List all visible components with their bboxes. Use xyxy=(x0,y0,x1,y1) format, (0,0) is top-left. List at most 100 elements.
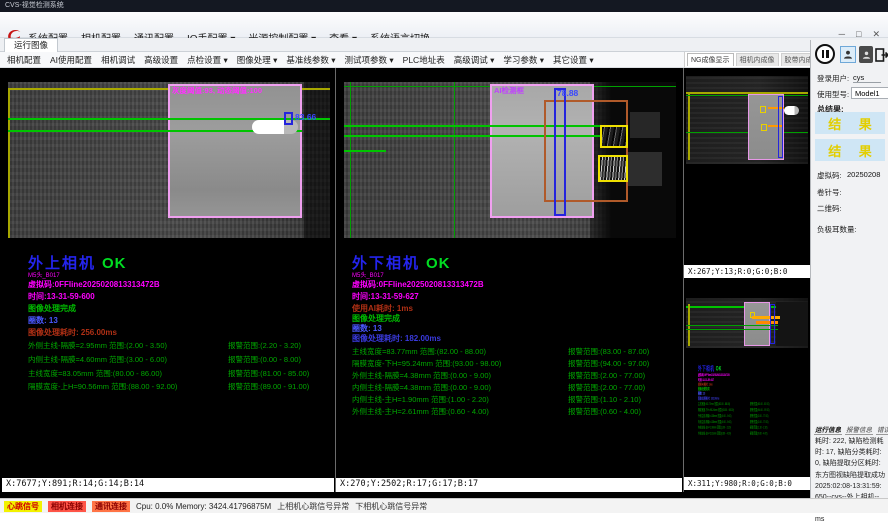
view-separator xyxy=(335,68,336,492)
virtual-code-value: 20250208 xyxy=(847,170,880,179)
sv1-olive-line xyxy=(686,92,808,94)
sv1-green-line-2 xyxy=(686,132,808,133)
result-box-2: 结 果 xyxy=(815,139,885,161)
model-value-field[interactable]: Model1 xyxy=(851,87,888,99)
measurement-row: 外侧主线-隔膜=4.38mm 范围:(0.00 - 9.00) 报警范围:(2.… xyxy=(352,370,491,381)
measurement-row: 主线宽度=83.05mm 范围:(80.00 - 86.00) 报警范围:(81… xyxy=(28,368,162,379)
exit-door-icon xyxy=(875,48,888,62)
alarm-range: 报警范围:(2.20 - 3.20) xyxy=(228,340,301,351)
mid-green-vline-2 xyxy=(454,82,455,238)
mid-camera-canvas[interactable]: AI检测框 78.88 xyxy=(344,82,676,238)
login-user-value[interactable]: cys xyxy=(853,73,881,83)
sv2-ok-status: OK xyxy=(716,365,722,372)
left-result-sub: M5头_B017 xyxy=(28,270,60,279)
measurement-value: 主线宽度=83.05mm 范围:(80.00 - 86.00) xyxy=(28,369,162,378)
mid-ai-roi-label: AI检测框 xyxy=(494,85,524,96)
user-manage-button[interactable] xyxy=(859,46,873,63)
measurement-value: 主线宽度=83.77mm 范围:(82.00 - 88.00) xyxy=(352,347,486,356)
tool-plc-address[interactable]: PLC地址表 xyxy=(403,54,445,66)
measurement-value: 隔膜宽度-上H=90.56mm 范围:(88.00 - 92.00) xyxy=(28,382,177,391)
mid-green-segment xyxy=(344,150,386,152)
alarm-range: 报警范围:(2.00 - 77.00) xyxy=(568,382,645,393)
tab-run-info[interactable]: 运行信息 xyxy=(814,424,842,435)
tool-image-processing[interactable]: 图像处理 ▾ xyxy=(237,54,278,66)
measurement-value: 内侧主线-隔膜=4.38mm 范围:(0.00 - 9.00) xyxy=(352,383,491,392)
sv2-elapsed: 图像处理耗时: 182.00ms xyxy=(698,396,801,401)
needle-no-label: 卷针号: xyxy=(817,187,842,198)
heartbeat-badge: 心跳信号 xyxy=(4,501,42,512)
mid-tab-box-1 xyxy=(600,125,628,148)
measurement-value: 外侧主线-主H=2.61mm 范围:(0.60 - 4.00) xyxy=(352,407,489,416)
upper-camera-heartbeat-status: 上相机心跳信号异常 xyxy=(277,501,349,512)
side-panel: 登录用户: cys 使用型号: Model1 总结果: 结 果 结 果 虚拟码:… xyxy=(810,40,888,498)
measurement-row: 内侧主线-隔膜=4.60mm 范围:(3.00 - 6.00) 报警范围:(0.… xyxy=(28,354,167,365)
alarm-range: 报警范围:(81.00 - 85.00) xyxy=(228,368,309,379)
mid-green-vline-1 xyxy=(350,82,351,238)
login-user-label: 登录用户: xyxy=(817,73,849,84)
left-turn-count: 圈数: 13 xyxy=(28,315,58,326)
mid-blue-roi xyxy=(554,88,566,216)
camera-connect-badge: 相机连接 xyxy=(48,501,86,512)
measurement-value: 内侧主线-主H=1.90mm 范围:(1.00 - 2.20) xyxy=(352,395,489,404)
status-bar: 心跳信号 相机连接 通讯连接 Cpu: 0.0% Memory: 3424.41… xyxy=(0,498,888,513)
tool-baseline-params[interactable]: 基准线参数 ▾ xyxy=(286,54,335,66)
mid-result-sub: M5头_B017 xyxy=(352,270,384,279)
small-view-1-readout: X:267;Y:13;R:0;G:0;B:0 xyxy=(684,265,810,278)
tab-alarm-info[interactable]: 报警信息 xyxy=(845,424,873,435)
tab-camera-image[interactable]: 相机内成像 xyxy=(736,53,779,66)
tab-error-info[interactable]: 错误信息 xyxy=(876,424,888,435)
user-icon xyxy=(843,49,853,60)
left-camera-canvas[interactable]: 灰度阈值:93, 动态阈值:100 83.66 xyxy=(8,82,330,238)
tab-ng-display[interactable]: NG成像显示 xyxy=(687,53,734,66)
tool-camera-debug[interactable]: 相机调试 xyxy=(101,54,135,66)
alarm-range: 报警范围:(2.00 - 77.00) xyxy=(568,370,645,381)
sv2-camera-name: 外下相机 xyxy=(698,364,714,373)
mid-barcode: 虚拟码:0FFIine2025020813313472B xyxy=(352,279,484,290)
alarm-range: 报警范围:(89.00 - 91.00) xyxy=(228,381,309,392)
window-title: CVS-视觉检测系统 xyxy=(5,2,64,9)
lower-camera-heartbeat-status: 下相机心跳信号异常 xyxy=(355,501,427,512)
tool-spot-check[interactable]: 点检设置 ▾ xyxy=(187,54,228,66)
mid-elapsed: 图像处理耗时: 182.00ms xyxy=(352,333,441,344)
sv2-orange-label xyxy=(752,316,780,319)
user-dark-icon xyxy=(862,50,871,60)
left-measure-label: 83.66 xyxy=(295,112,316,122)
left-time: 时间:13-31-59-600 xyxy=(28,291,95,302)
tool-ai-config[interactable]: AI使用配置 xyxy=(50,54,92,66)
left-blue-marker xyxy=(284,112,293,125)
mid-pixel-readout: X:270;Y:2502;R:17;G:17;B:17 xyxy=(336,478,682,492)
measurement-value: 外侧主线-隔膜=4.38mm 范围:(0.00 - 9.00) xyxy=(352,371,491,380)
measurement-value: 隔膜宽度-下H=95.24mm 范围:(93.00 - 98.00) xyxy=(352,359,501,368)
tool-advanced-settings[interactable]: 高级设置 xyxy=(144,54,178,66)
sv2-film-roi xyxy=(744,302,770,346)
tool-advanced-debug[interactable]: 高级调试 ▾ xyxy=(454,54,495,66)
sv2-green-line-1 xyxy=(686,325,778,326)
sv2-dark-zone xyxy=(776,302,808,346)
mid-machine-part xyxy=(630,112,660,138)
left-elapsed: 图像处理耗时: 256.00ms xyxy=(28,327,117,338)
user-login-button[interactable] xyxy=(840,46,856,63)
pause-button[interactable] xyxy=(815,44,835,64)
log-tabs: 运行信息 报警信息 错误信息 xyxy=(814,424,888,435)
sv2-blue-roi xyxy=(770,304,775,344)
left-film-roi xyxy=(168,84,302,218)
measurement-value: 外侧主线-隔膜=2.95mm 范围:(2.00 - 3.50) xyxy=(28,341,167,350)
mid-machine-part xyxy=(628,152,662,186)
qrcode-label: 二维码: xyxy=(817,203,842,214)
tool-test-params[interactable]: 测试项参数 ▾ xyxy=(345,54,394,66)
tool-other-settings[interactable]: 其它设置 ▾ xyxy=(553,54,594,66)
tool-camera-config[interactable]: 相机配置 xyxy=(7,54,41,66)
measurement-row: 外侧主线-隔膜=2.95mm 范围:(2.00 - 3.50) 报警范围:(2.… xyxy=(28,340,167,351)
sv1-green-line-1 xyxy=(686,95,808,96)
tab-run-image[interactable]: 运行图像 xyxy=(4,38,58,52)
exit-button[interactable] xyxy=(874,46,888,63)
measurement-row: 外侧主线-主H=2.61mm 范围:(0.60 - 4.00) 报警范围:(0.… xyxy=(352,406,489,417)
app-window: CVS-视觉检测系统 系统配置 相机配置 通讯配置 IO手配置 ▾ 光源控制配置… xyxy=(0,0,888,522)
tool-learning-params[interactable]: 学习参数 ▾ xyxy=(503,54,544,66)
sv1-yellow-vline xyxy=(688,94,690,160)
left-ok-status: OK xyxy=(102,255,127,272)
left-barcode: 虚拟码:0FFIine2025020813313472B xyxy=(28,279,160,290)
small-view-2-canvas[interactable] xyxy=(686,298,808,348)
small-view-1-canvas[interactable] xyxy=(686,76,808,164)
toolbar: 相机配置 AI使用配置 相机调试 高级设置 点检设置 ▾ 图像处理 ▾ 基准线参… xyxy=(0,52,684,68)
